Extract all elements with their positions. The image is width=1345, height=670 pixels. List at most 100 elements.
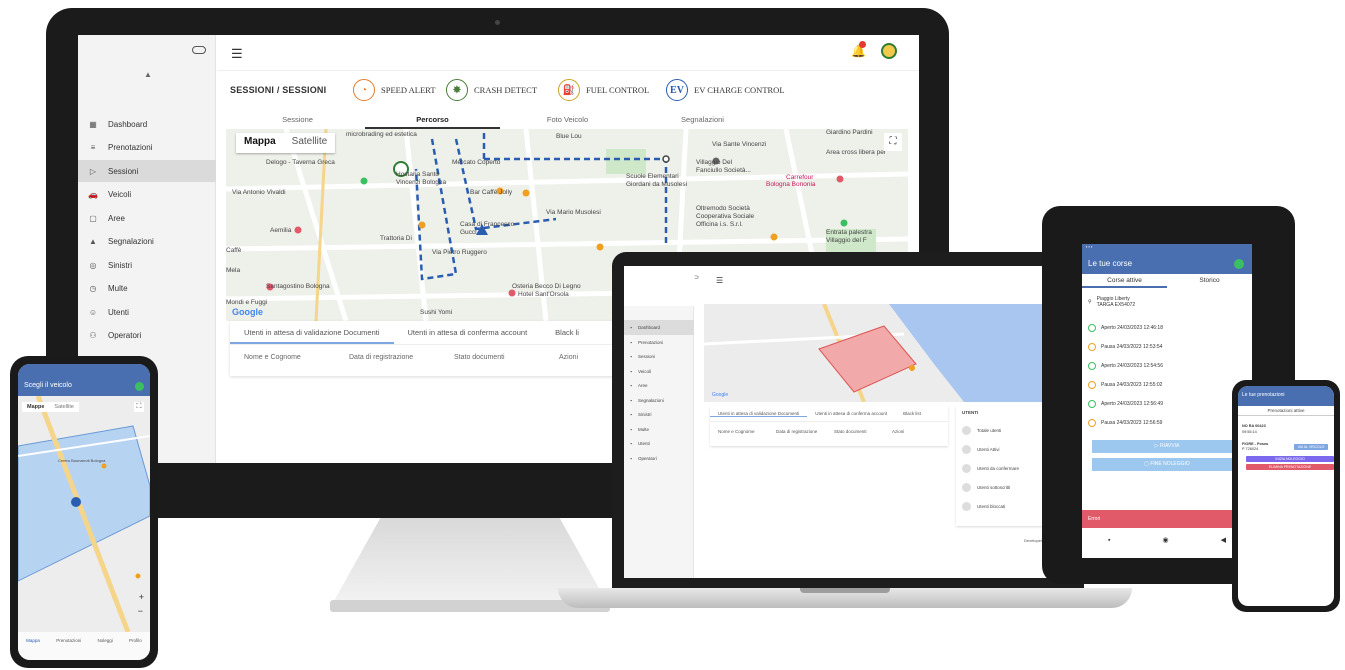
map-label: Via Antonio Vivaldi	[232, 189, 286, 196]
toggle-icon[interactable]: ⊃	[694, 274, 699, 281]
whatsapp-icon[interactable]	[135, 382, 144, 391]
sidebar-bullet-icon: ▪	[630, 368, 632, 374]
tab-foto-veicolo[interactable]: Foto Veicolo	[500, 111, 635, 129]
sidebar-item-sinistri[interactable]: ◎ Sinistri	[78, 254, 216, 276]
user-stat-label: Utenti bloccati	[977, 503, 1006, 509]
tablet-screen: ▪ ▪ ▪ Le tue corse Corse attive Storico ⚲…	[1082, 244, 1252, 558]
area-map-canvas	[704, 304, 1072, 402]
laptop-sidebar-label: Aree	[638, 383, 648, 388]
map-button[interactable]: Mappe	[22, 402, 49, 412]
laptop-screen: ⊃ ☰ 🔔 ▪Dashboard▪Prenotazioni▪Sessioni▪V…	[624, 266, 1072, 578]
vehicle-map-canvas	[18, 396, 150, 632]
speedometer-icon: ◔	[353, 79, 375, 101]
sidebar-item-label: Sinistri	[108, 260, 133, 270]
zoom-out-icon[interactable]: −	[138, 606, 143, 616]
map-label: Hostaria Santo	[396, 171, 439, 178]
sidebar-item-label: Aree	[108, 213, 125, 223]
home-nav-icon[interactable]: ◉	[1162, 536, 1168, 544]
phone-left-header: Scegli il veicolo	[18, 364, 150, 396]
menu-icon[interactable]: ☰	[231, 46, 243, 62]
sidebar-bullet-icon: ▪	[630, 339, 632, 345]
menu-nav-icon[interactable]: ▪	[1108, 537, 1110, 544]
user-icon: ☺	[88, 307, 98, 317]
laptop-sidebar-item[interactable]: ▪ Operatori	[624, 451, 694, 466]
status-icon	[1088, 381, 1096, 389]
menu-icon[interactable]: ☰	[716, 276, 723, 285]
ticket-icon: ◷	[89, 284, 97, 293]
laptop-sidebar: ▪ Dashboard ▪ Prenotazioni ▪ Sessioni ▪ Veicoli…	[624, 306, 694, 578]
start-rental-button[interactable]: INIZIA NOLEGGIO	[1246, 456, 1334, 462]
laptop-sidebar-item[interactable]: ▪ Segnalazioni	[624, 393, 694, 408]
laptop-panel-tab[interactable]: Black list	[895, 411, 929, 416]
nav-profilo[interactable]: Profilo	[129, 638, 142, 660]
car-icon: 🚗	[88, 190, 98, 199]
whatsapp-icon[interactable]	[1234, 259, 1244, 269]
end-rental-button[interactable]: ▢ FINE NOLEGGIO	[1092, 458, 1242, 471]
laptop-sidebar-label: Prenotazioni	[638, 339, 664, 345]
sidebar-item-label: Multe	[108, 284, 128, 293]
nav-prenotazioni[interactable]: Prenotazioni	[56, 638, 81, 660]
vehicle-map[interactable]: Mappe Satellite Centro Buonarroti Bologn…	[18, 396, 150, 632]
laptop-sidebar-item[interactable]: ▪ Prenotazioni	[624, 335, 694, 350]
laptop-sidebar-item[interactable]: ▪ Sessioni	[624, 349, 694, 364]
sidebar-item-dashboard[interactable]: ▦ Dashboard	[78, 113, 216, 135]
fullscreen-icon[interactable]: ⛶	[884, 133, 902, 151]
tab-segnalazioni[interactable]: Segnalazioni	[635, 111, 770, 129]
tablet-tab[interactable]: Storico	[1167, 274, 1252, 288]
sidebar-item-segnalazioni[interactable]: ▲ Segnalazioni	[78, 231, 216, 253]
panel-tab[interactable]: Utenti in attesa di conferma account	[394, 321, 542, 344]
user-stat-icon	[962, 444, 971, 454]
zoom-in-icon[interactable]: +	[139, 592, 144, 602]
sidebar-item-sessioni[interactable]: ▷ Sessioni	[78, 160, 216, 182]
tablet-tab[interactable]: Corse attive	[1082, 274, 1167, 288]
map-label: Santagostino Bologna	[266, 283, 330, 290]
sidebar-bullet-icon: ▪	[630, 354, 632, 359]
laptop-sidebar-item[interactable]: ▪ Multe	[624, 422, 694, 437]
laptop-panel-tab[interactable]: Utenti in attesa di validazione Document…	[710, 411, 808, 417]
panel-tab[interactable]: Black li	[541, 321, 593, 344]
map-button[interactable]: Mappa	[236, 133, 284, 153]
sidebar-item-operatori[interactable]: ⚇ Operatori	[78, 325, 216, 347]
area-map[interactable]: Google	[704, 304, 1072, 402]
sidebar-item-veicoli[interactable]: 🚗 Veicoli	[78, 184, 216, 206]
feature-label: FUEL CONTROL	[586, 85, 650, 95]
laptop-sidebar-item[interactable]: ▪ Veicoli	[624, 364, 694, 379]
booking-code: P 726024	[1242, 447, 1259, 451]
nav-noleggi[interactable]: Noleggi	[98, 638, 113, 660]
fullscreen-icon[interactable]: ⛶	[134, 402, 144, 412]
area-icon: ▢	[89, 213, 97, 223]
sidebar-item-aree[interactable]: ▢ Aree	[78, 207, 216, 229]
tab-sessione[interactable]: Sessione	[230, 111, 365, 129]
status-icon	[1088, 419, 1096, 427]
resume-button[interactable]: ▷ RIAVVIA	[1092, 440, 1242, 453]
map-label: Vincenzi Bologna	[396, 179, 447, 186]
sidebar-toggle-icon[interactable]	[192, 46, 206, 54]
status-icon	[1088, 362, 1096, 370]
laptop-sidebar-item[interactable]: ▪ Utenti	[624, 436, 694, 451]
laptop-panel-tab[interactable]: Utenti in attesa di conferma account	[807, 411, 895, 416]
car-crash-icon: ✸	[446, 79, 468, 101]
laptop-sidebar-item[interactable]: ▪ Sinistri	[624, 407, 694, 422]
laptop-sidebar-item[interactable]: ▪ Dashboard	[624, 320, 694, 335]
laptop-sidebar-label: Sinistri	[638, 412, 652, 417]
nav-mappa[interactable]: Mappa	[26, 638, 40, 660]
satellite-button[interactable]: Satellite	[49, 402, 79, 412]
laptop-column-header: Nome e Cognome	[718, 428, 755, 434]
avatar[interactable]	[881, 43, 897, 59]
chevron-up-icon[interactable]: ▲	[144, 70, 152, 79]
laptop: ⊃ ☰ 🔔 ▪Dashboard▪Prenotazioni▪Sessioni▪V…	[612, 252, 1084, 588]
satellite-button[interactable]: Satellite	[284, 133, 336, 153]
phone-right-screen: Le tue prenotazioni Prenotazioni attive …	[1238, 386, 1334, 606]
laptop-sidebar-item[interactable]: ▪ Aree	[624, 378, 694, 393]
sidebar-bullet-icon: ▪	[630, 383, 632, 388]
sidebar-item-prenotazioni[interactable]: ≡ Prenotazioni	[78, 137, 216, 159]
delete-booking-button[interactable]: ELIMINA PRENOTAZIONE	[1246, 464, 1334, 470]
sidebar-item-utenti[interactable]: ☺ Utenti	[78, 301, 216, 323]
go-to-vehicle-button[interactable]: VAI AL VEICOLO	[1294, 444, 1328, 450]
panel-tab[interactable]: Utenti in attesa di validazione Document…	[230, 321, 394, 344]
sidebar-bullet-icon: ▪	[630, 412, 632, 417]
map-label: Bologna Bononia	[766, 181, 816, 188]
sidebar-item-multe[interactable]: ◷ Multe	[78, 278, 216, 300]
tab-percorso[interactable]: Percorso	[365, 111, 500, 129]
back-nav-icon[interactable]: ◀	[1221, 536, 1226, 544]
